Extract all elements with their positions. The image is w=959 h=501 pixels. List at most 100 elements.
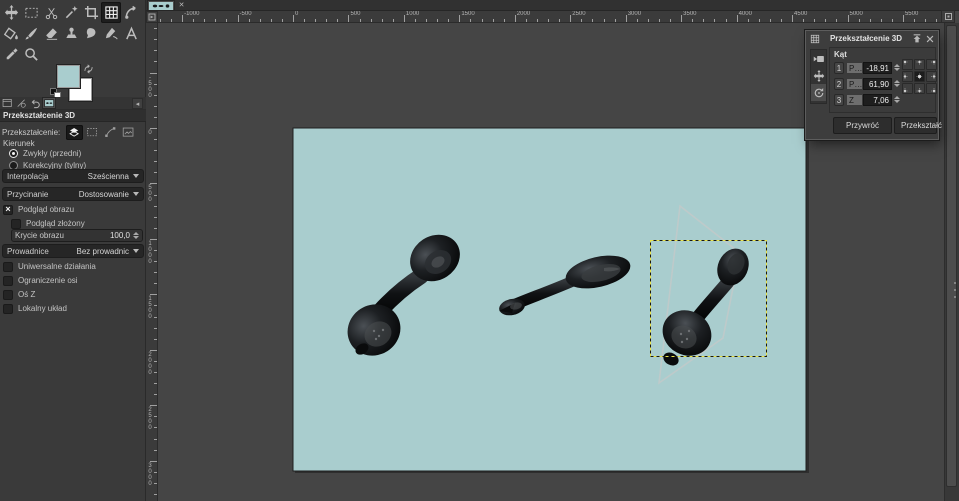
scissors-select-tool[interactable] (41, 2, 61, 23)
constraint-checkbox[interactable]: Ograniczenie osi (3, 275, 143, 286)
guides-dropdown[interactable]: Prowadnice Bez prowadnic (2, 244, 144, 258)
pivot-button-top-right[interactable] (926, 59, 937, 70)
target-selection-button[interactable] (84, 125, 101, 140)
transform-3d-dialog: Przekształcenie 3D Kąt 1 P… -18,91 2 P… 61,90… (806, 31, 942, 139)
zoom-tool[interactable] (21, 44, 41, 65)
tool-options-title: Przekształcenie 3D (0, 110, 146, 122)
constraint-checkbox[interactable]: Oś Z (3, 289, 143, 300)
text-tool-icon (125, 26, 137, 40)
image-tab[interactable] (147, 0, 175, 11)
clone-tool-icon (65, 27, 77, 38)
camera-icon (813, 55, 824, 62)
transform-button[interactable]: Przekształć (894, 117, 942, 134)
paintbrush-tool[interactable] (21, 23, 41, 44)
rectangle-select-tool[interactable] (21, 2, 41, 23)
opacity-spinner[interactable] (133, 232, 139, 239)
close-icon[interactable] (925, 34, 935, 44)
pane-resize-grip[interactable] (954, 282, 957, 298)
constraint-checkbox[interactable]: Lokalny układ (3, 303, 143, 314)
pivot-button-bottom-center[interactable] (914, 83, 925, 94)
pivot-button-top-center[interactable] (914, 59, 925, 70)
angle-input[interactable]: 61,90 (863, 77, 892, 90)
axis-label: P… (846, 61, 863, 74)
warp-transform-tool[interactable] (121, 2, 141, 23)
angle-spinner[interactable] (894, 80, 900, 87)
tab-tool-options[interactable] (0, 97, 14, 109)
preview-checkbox[interactable]: Podgląd złożony (3, 218, 143, 229)
axis-toggle-2[interactable]: 2 (834, 77, 844, 90)
bucket-fill-tool[interactable] (1, 23, 21, 44)
smudge-tool[interactable] (81, 23, 101, 44)
pivot-button-bottom-left[interactable] (902, 83, 913, 94)
direction-radio[interactable]: Zwykły (przedni) (9, 148, 139, 158)
canvas-image[interactable] (292, 127, 807, 472)
bucket-fill-tool-icon (3, 27, 18, 40)
swap-colors-icon[interactable] (83, 64, 94, 74)
axis-toggle-3[interactable]: 3 (834, 93, 844, 106)
foreground-color-swatch[interactable] (57, 65, 80, 88)
zoom-follow-window-toggle[interactable] (941, 10, 955, 23)
tab-image-thumbnail[interactable] (42, 97, 56, 109)
axis-label: P… (846, 77, 863, 90)
clipping-dropdown[interactable]: Przycinanie Dostosowanie (2, 187, 144, 201)
dialog-tab-move[interactable] (811, 67, 826, 84)
target-image-button[interactable] (120, 125, 137, 140)
detach-icon[interactable] (912, 33, 922, 44)
fuzzy-select-tool[interactable] (61, 2, 81, 23)
angle-spinner[interactable] (894, 64, 900, 71)
preview-checkbox[interactable]: × Podgląd obrazu (3, 204, 143, 215)
pivot-button-middle-right[interactable] (926, 71, 937, 82)
vertical-scrollbar-thumb[interactable] (946, 25, 957, 487)
pivot-glyph (916, 60, 923, 65)
dialog-tab-strip (810, 49, 827, 104)
horizontal-ruler[interactable]: -1000 -500 0 500 1000 1500 2000 2500 3000 3500 400… (158, 11, 941, 23)
ink-tool[interactable] (101, 23, 121, 44)
rectangle-select-tool-icon (24, 7, 38, 18)
move-tool[interactable] (1, 2, 21, 23)
grid-icon (810, 34, 820, 43)
tab-undo-history[interactable] (28, 97, 42, 109)
ruler-origin-button[interactable] (146, 11, 158, 23)
pivot-button-bottom-right[interactable] (926, 83, 937, 94)
axis-toggle-1[interactable]: 1 (834, 61, 844, 74)
interpolation-dropdown[interactable]: Interpolacja Sześcienna (2, 169, 144, 183)
tab-device-status-icon (16, 98, 26, 108)
checkbox-label: Oś Z (18, 290, 36, 299)
pivot-button-middle-left[interactable] (902, 71, 913, 82)
angle-input[interactable]: -18,91 (863, 61, 892, 74)
crop-tool[interactable] (81, 2, 101, 23)
reset-button[interactable]: Przywróć (833, 117, 892, 134)
vertical-ruler[interactable]: -500 0 500 1000 1500 2000 2500 3000 (146, 23, 158, 501)
transform-3d-tool[interactable] (101, 2, 121, 23)
dialog-tab-camera[interactable] (811, 50, 826, 67)
warp-transform-tool-icon (124, 5, 136, 19)
interpolation-value: Sześcienna (87, 171, 129, 181)
eraser-tool[interactable] (41, 23, 61, 44)
target-path-button[interactable] (102, 125, 119, 140)
tab-close-icon[interactable]: ✕ (177, 1, 186, 10)
angle-input[interactable]: 7,06 (863, 93, 892, 106)
tab-device-status[interactable] (14, 97, 28, 109)
tab-menu-button[interactable]: ◂ (132, 98, 143, 109)
clone-tool[interactable] (61, 23, 81, 44)
target-layer-button[interactable] (66, 124, 83, 140)
opacity-slider[interactable]: Krycie obrazu 100,0 (11, 229, 143, 242)
checkbox-label: Podgląd złożony (26, 219, 85, 228)
angle-row-2: 2 P… 61,90 (834, 77, 900, 90)
angle-section-label: Kąt (834, 50, 847, 59)
pivot-button-top-left[interactable] (902, 59, 913, 70)
angle-spinner[interactable] (894, 96, 900, 103)
dialog-buttons: Przywróć Przekształć (833, 117, 942, 134)
rotate-icon (814, 87, 823, 97)
ink-tool-icon (105, 27, 118, 40)
checkbox-icon (3, 289, 13, 300)
text-tool[interactable] (121, 23, 141, 44)
tab-image-thumbnail-icon (43, 98, 54, 107)
dialog-titlebar[interactable]: Przekształcenie 3D (806, 31, 938, 46)
image-icon (122, 127, 134, 137)
constraint-checkbox[interactable]: Uniwersalne działania (3, 261, 143, 272)
dialog-tab-rotate[interactable] (811, 84, 826, 101)
color-picker-tool[interactable] (1, 44, 21, 65)
chevron-down-icon (133, 174, 139, 178)
pivot-button-center[interactable] (914, 71, 925, 82)
